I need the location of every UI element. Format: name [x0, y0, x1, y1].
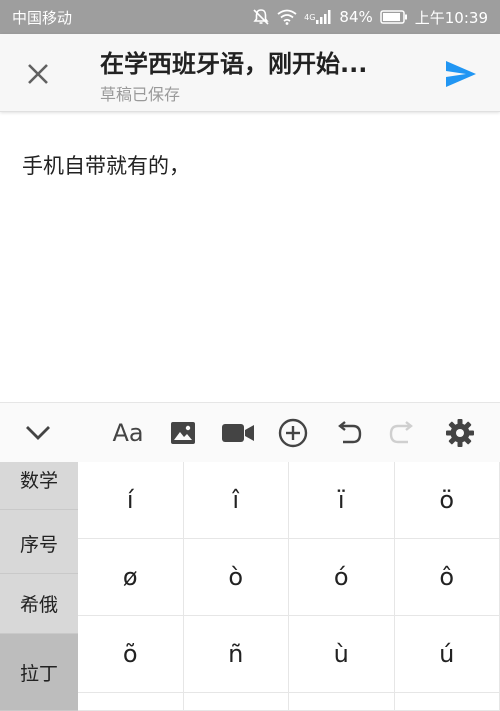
settings-icon	[446, 419, 474, 447]
symbol-key[interactable]: ó	[289, 539, 395, 616]
category-ordinal[interactable]: 序号	[0, 514, 78, 574]
clock-time: 上午10:39	[414, 8, 488, 27]
symbol-key[interactable]: î	[183, 462, 289, 539]
symbol-key[interactable]: ù	[289, 616, 395, 693]
post-body-text[interactable]: 手机自带就有的，	[22, 150, 190, 180]
symbol-key[interactable]: õ	[78, 616, 184, 693]
video-icon	[222, 424, 254, 442]
insert-video-button[interactable]	[218, 413, 258, 453]
undo-icon	[338, 421, 362, 444]
insert-image-button[interactable]	[163, 413, 203, 453]
battery-percent: 84%	[339, 8, 373, 26]
status-icons: 4G 84% 上午10:39	[252, 7, 488, 28]
symbol-category-sidebar: 数学 序号 希俄 拉丁	[0, 462, 78, 711]
symbol-key[interactable]: ò	[183, 539, 289, 616]
signal-icon	[316, 10, 331, 24]
redo-button[interactable]	[383, 413, 423, 453]
battery-icon	[380, 10, 407, 24]
insert-more-button[interactable]	[273, 413, 313, 453]
mute-icon	[253, 9, 269, 25]
chevron-down-icon	[26, 426, 50, 440]
symbol-key[interactable]: ï	[289, 462, 395, 539]
category-latin[interactable]: 拉丁	[0, 634, 78, 711]
symbol-keyboard: 数学 序号 希俄 拉丁 í î ï ö ø ò ó ô õ ñ ù ú	[0, 462, 500, 711]
symbol-key[interactable]: ö	[394, 462, 500, 539]
carrier-name: 中国移动	[12, 8, 73, 27]
wifi-icon	[277, 9, 297, 25]
collapse-keyboard-button[interactable]	[18, 413, 58, 453]
draft-saved-status: 草稿已保存	[100, 85, 181, 104]
text-format-button[interactable]: Aa	[108, 413, 148, 453]
redo-icon	[389, 421, 413, 444]
symbol-key[interactable]: í	[78, 462, 184, 539]
symbol-key-partial[interactable]	[183, 693, 289, 711]
post-title[interactable]: 在学西班牙语，刚开始...	[100, 44, 410, 79]
symbol-key[interactable]: ø	[78, 539, 184, 616]
add-circle-icon	[278, 418, 308, 448]
close-button[interactable]	[18, 54, 58, 94]
text-format-icon: Aa	[112, 419, 144, 447]
category-greek-cyrillic[interactable]: 希俄	[0, 574, 78, 634]
send-button[interactable]	[440, 54, 482, 94]
compose-header: 在学西班牙语，刚开始... 草稿已保存	[0, 34, 500, 112]
symbol-key-partial[interactable]	[394, 693, 500, 711]
symbol-key-partial[interactable]	[78, 693, 184, 711]
symbol-key-grid: í î ï ö ø ò ó ô õ ñ ù ú	[78, 462, 500, 711]
settings-button[interactable]	[440, 413, 480, 453]
status-bar: 中国移动 4G 84% 上午10:39	[0, 0, 500, 34]
network-type-label: 4G	[304, 12, 316, 22]
image-icon	[171, 422, 195, 444]
send-icon	[446, 61, 476, 87]
category-math[interactable]: 数学	[0, 450, 78, 510]
undo-button[interactable]	[328, 413, 368, 453]
symbol-key[interactable]: ñ	[183, 616, 289, 693]
symbol-key[interactable]: ô	[394, 539, 500, 616]
symbol-key[interactable]: ú	[394, 616, 500, 693]
close-icon	[28, 64, 48, 84]
symbol-key-partial[interactable]	[289, 693, 395, 711]
